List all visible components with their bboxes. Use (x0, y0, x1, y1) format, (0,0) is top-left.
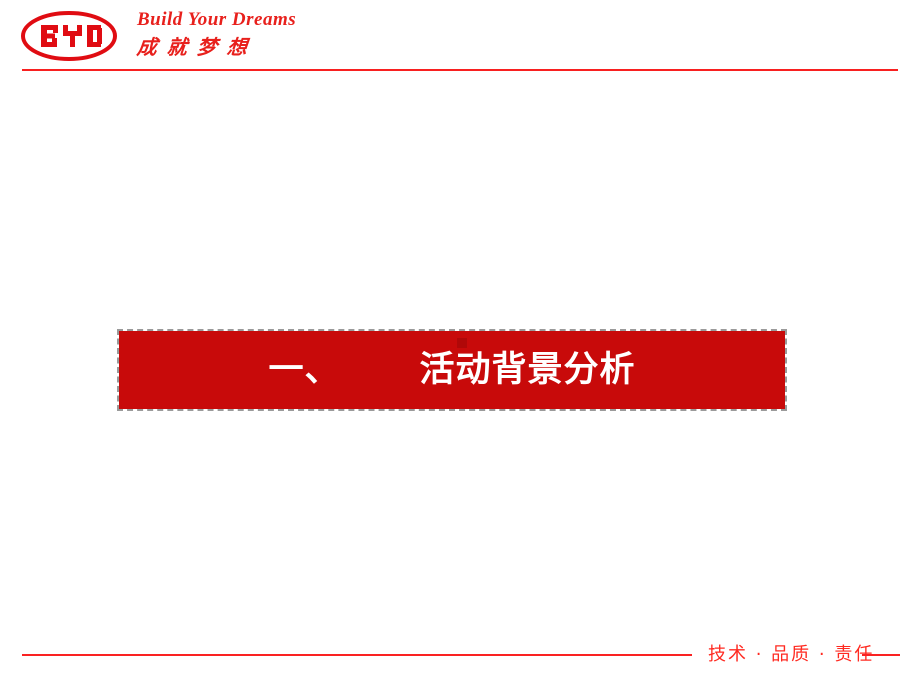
brand-slogan: Build Your Dreams 成就梦想 (135, 9, 317, 65)
slide-canvas: Build Your Dreams 成就梦想 一、 活动背景分析 技术 · 品质… (0, 0, 920, 690)
banner-artifact-square (457, 338, 467, 348)
slogan-chinese: 成就梦想 (135, 35, 259, 59)
header-divider (22, 69, 898, 71)
footer-tagline: 技术 · 品质 · 责任 (708, 644, 875, 665)
byd-logo-icon (20, 10, 118, 62)
slide-footer: 技术 · 品质 · 责任 (0, 632, 920, 690)
footer-divider-right (862, 654, 900, 656)
footer-divider-left (22, 654, 692, 656)
section-title-text: 一、 活动背景分析 (268, 350, 636, 390)
slogan-english: Build Your Dreams (137, 9, 297, 30)
section-title-banner[interactable]: 一、 活动背景分析 (117, 329, 787, 411)
section-title-banner-fill[interactable]: 一、 活动背景分析 (119, 331, 785, 409)
slide-body: 一、 活动背景分析 (0, 72, 920, 632)
slide-header: Build Your Dreams 成就梦想 (0, 0, 920, 72)
